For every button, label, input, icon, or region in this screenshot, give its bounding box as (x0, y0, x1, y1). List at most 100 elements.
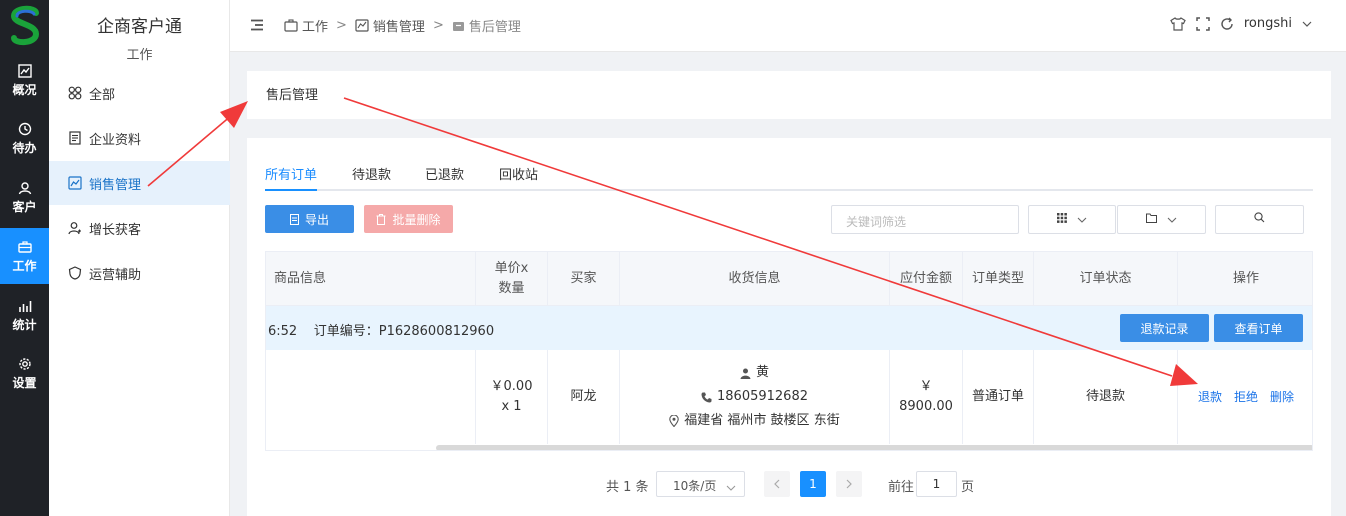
folder-dropdown[interactable] (1117, 205, 1206, 234)
rail-label: 概况 (12, 82, 37, 97)
page-size-value: 10条/页 (673, 479, 717, 493)
chevron-down-icon[interactable] (1302, 21, 1312, 27)
keyword-filter-input[interactable]: 关键词筛选 (831, 205, 1019, 234)
tab-recycle-bin[interactable]: 回收站 (499, 164, 538, 183)
sidebar: 企商客户通 工作 全部 企业资料 销售管理 增长获客 运营辅助 (49, 0, 230, 516)
view-order-button[interactable]: 查看订单 (1214, 314, 1303, 342)
refund-link[interactable]: 退款 (1198, 387, 1222, 407)
refund-record-button[interactable]: 退款记录 (1120, 314, 1209, 342)
rail-item-todo[interactable]: 待办 (0, 110, 49, 166)
sidebar-item-operations[interactable]: 运营辅助 (49, 251, 230, 295)
column-header: 收货信息 (620, 252, 890, 306)
page-title-card: 售后管理 (247, 71, 1331, 119)
column-header: 商品信息 (266, 252, 476, 306)
bulk-delete-label: 批量删除 (392, 212, 441, 227)
orders-panel: 所有订单 待退款 已退款 回收站 导出 批量删除 关键词筛选 商品信息 单价x数… (247, 138, 1331, 516)
rail-item-work[interactable]: 工作 (0, 228, 49, 284)
orders-table: 商品信息 单价x数量 买家 收货信息 应付金额 订单类型 订单状态 操作 6:5… (265, 251, 1313, 451)
sidebar-item-label: 销售管理 (89, 177, 142, 193)
chevron-right-icon (846, 479, 852, 489)
breadcrumb-current: 售后管理 (468, 20, 521, 35)
horizontal-scrollbar[interactable] (266, 444, 1312, 450)
recipient-phone: 18605912682 (717, 389, 808, 404)
column-header: 买家 (548, 252, 620, 306)
tab-all-orders[interactable]: 所有订单 (265, 164, 317, 183)
phone-icon (701, 392, 712, 403)
username[interactable]: rongshi (1244, 16, 1292, 31)
page-title: 售后管理 (266, 88, 319, 103)
sidebar-item-sales-management[interactable]: 销售管理 (49, 161, 230, 205)
order-group-row: 6:52 订单编号：P1628600812960 退款记录 查看订单 (266, 306, 1312, 350)
reject-link[interactable]: 拒绝 (1234, 387, 1258, 407)
sidebar-item-all[interactable]: 全部 (49, 71, 230, 115)
rail-label: 设置 (12, 375, 37, 390)
rail-label: 待办 (12, 140, 37, 155)
app-title: 企商客户通 (97, 17, 182, 37)
tab-pending-refund[interactable]: 待退款 (352, 164, 391, 183)
chevron-down-icon (1167, 217, 1177, 223)
trash-icon (376, 213, 386, 225)
goto-page-input[interactable]: 1 (916, 471, 957, 497)
refresh-icon[interactable] (1220, 17, 1234, 31)
page-size-select[interactable]: 10条/页 (656, 471, 745, 497)
rail-label: 统计 (12, 317, 37, 332)
order-header: 6:52 订单编号：P1628600812960 (268, 320, 494, 339)
export-label: 导出 (304, 212, 329, 227)
box-icon (452, 20, 465, 32)
location-pin-icon (669, 415, 680, 427)
order-time: 6:52 (268, 324, 298, 339)
skin-shirt-icon[interactable] (1170, 16, 1186, 31)
order-type-cell: 普通订单 (963, 350, 1034, 444)
tab-refunded[interactable]: 已退款 (425, 164, 464, 183)
chevron-left-icon (774, 479, 780, 489)
page-number-current[interactable]: 1 (800, 471, 826, 497)
column-header: 订单状态 (1034, 252, 1178, 306)
chart-icon (17, 63, 33, 79)
gear-icon (17, 356, 33, 372)
breadcrumb-item[interactable]: 销售管理 (373, 16, 425, 35)
sidebar-item-growth[interactable]: 增长获客 (49, 206, 230, 250)
breadcrumb: 工作 > 销售管理 > 售后管理 (284, 16, 521, 35)
scrollbar-thumb[interactable] (436, 445, 1312, 450)
folder-icon (1146, 212, 1157, 227)
order-number: 订单编号：P1628600812960 (313, 324, 495, 339)
chevron-down-icon (726, 480, 736, 494)
top-header: 工作 > 销售管理 > 售后管理 rongshi (230, 0, 1346, 52)
user-icon (17, 180, 33, 196)
price-qty-cell: ￥0.00 x 1 (476, 350, 548, 444)
user-add-icon (67, 220, 83, 236)
actions-cell: 退款 拒绝 删除 (1178, 350, 1312, 444)
column-header: 订单类型 (963, 252, 1034, 306)
column-view-dropdown[interactable] (1028, 205, 1116, 234)
rail-label: 工作 (12, 258, 37, 273)
breadcrumb-separator: > (336, 18, 347, 33)
rail-item-overview[interactable]: 概况 (0, 52, 49, 108)
delete-link[interactable]: 删除 (1270, 387, 1294, 407)
table-row: ￥0.00 x 1 阿龙 黄 18605912682 福建省 福州市 鼓楼区 东… (266, 350, 1312, 444)
menu-toggle-icon[interactable] (250, 18, 264, 36)
goto-label: 前往 (888, 480, 915, 495)
rail-item-customer[interactable]: 客户 (0, 169, 49, 225)
amount-cell: ￥ 8900.00 (890, 350, 963, 444)
chevron-down-icon (1077, 217, 1087, 223)
sidebar-item-company-profile[interactable]: 企业资料 (49, 116, 230, 160)
total-count: 共 1 条 (606, 480, 649, 495)
search-button[interactable] (1215, 205, 1304, 234)
prev-page-button[interactable] (764, 471, 790, 497)
search-icon (1254, 212, 1265, 227)
column-header: 单价x数量 (476, 252, 548, 306)
recipient-address: 福建省 福州市 鼓楼区 东街 (684, 413, 840, 428)
order-tabs: 所有订单 待退款 已退款 回收站 (265, 155, 1313, 191)
export-button[interactable]: 导出 (265, 205, 354, 233)
line-chart-icon (67, 175, 83, 191)
rail-item-settings[interactable]: 设置 (0, 345, 49, 401)
section-title: 工作 (126, 48, 153, 63)
bar-chart-icon (17, 298, 33, 314)
fullscreen-icon[interactable] (1196, 16, 1210, 31)
breadcrumb-item[interactable]: 工作 (302, 16, 328, 35)
rail-item-stats[interactable]: 统计 (0, 287, 49, 343)
buyer-cell: 阿龙 (548, 350, 620, 444)
next-page-button[interactable] (836, 471, 862, 497)
recipient-name: 黄 (755, 365, 769, 380)
bulk-delete-button[interactable]: 批量删除 (364, 205, 453, 233)
